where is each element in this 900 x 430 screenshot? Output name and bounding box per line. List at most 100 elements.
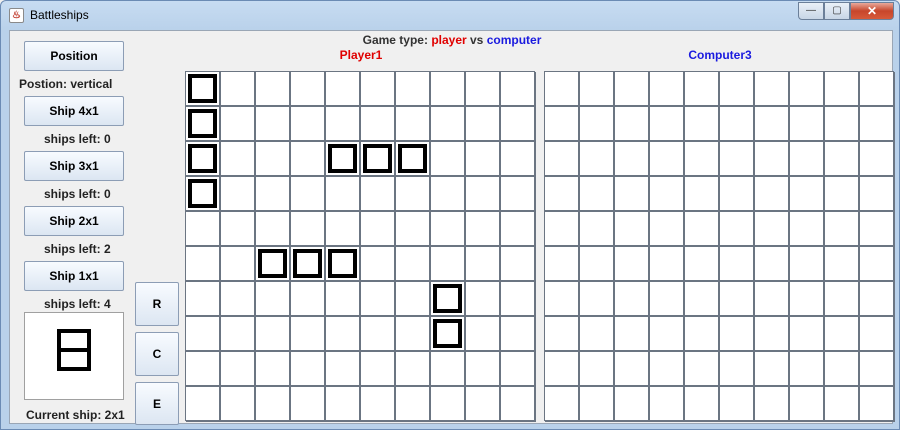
- player-board-cell[interactable]: [291, 142, 326, 177]
- ship-1x1-button[interactable]: Ship 1x1: [24, 261, 124, 291]
- player-board-ship-cell[interactable]: [186, 177, 221, 212]
- computer-board-cell[interactable]: [650, 212, 685, 247]
- computer-board-cell[interactable]: [720, 107, 755, 142]
- computer-board-cell[interactable]: [545, 387, 580, 422]
- computer-board-cell[interactable]: [860, 247, 895, 282]
- computer-board-cell[interactable]: [720, 282, 755, 317]
- player-board-cell[interactable]: [466, 387, 501, 422]
- player-board-cell[interactable]: [501, 107, 536, 142]
- computer-board-cell[interactable]: [615, 317, 650, 352]
- player-board-cell[interactable]: [431, 387, 466, 422]
- player-board-cell[interactable]: [431, 72, 466, 107]
- player-board-cell[interactable]: [221, 142, 256, 177]
- computer-board-cell[interactable]: [790, 72, 825, 107]
- computer-board-cell[interactable]: [790, 212, 825, 247]
- computer-board-cell[interactable]: [650, 177, 685, 212]
- player-board-cell[interactable]: [221, 317, 256, 352]
- player-board-ship-cell[interactable]: [431, 317, 466, 352]
- player-board-cell[interactable]: [256, 177, 291, 212]
- computer-board-cell[interactable]: [755, 247, 790, 282]
- computer-board-cell[interactable]: [580, 282, 615, 317]
- player-board-cell[interactable]: [326, 72, 361, 107]
- player-board-cell[interactable]: [186, 212, 221, 247]
- player-board-cell[interactable]: [431, 142, 466, 177]
- computer-board-cell[interactable]: [615, 107, 650, 142]
- computer-board-cell[interactable]: [790, 142, 825, 177]
- player-board-cell[interactable]: [361, 247, 396, 282]
- player-board-cell[interactable]: [256, 387, 291, 422]
- computer-board-cell[interactable]: [685, 282, 720, 317]
- player-board-cell[interactable]: [291, 317, 326, 352]
- player-board-cell[interactable]: [396, 107, 431, 142]
- computer-board-cell[interactable]: [615, 352, 650, 387]
- player-board-cell[interactable]: [326, 212, 361, 247]
- player-board-cell[interactable]: [361, 352, 396, 387]
- player-board-cell[interactable]: [361, 317, 396, 352]
- player-board-cell[interactable]: [221, 72, 256, 107]
- computer-board-cell[interactable]: [685, 247, 720, 282]
- computer-board-cell[interactable]: [685, 72, 720, 107]
- computer-board-cell[interactable]: [685, 352, 720, 387]
- computer-board-cell[interactable]: [720, 247, 755, 282]
- computer-board-cell[interactable]: [720, 72, 755, 107]
- player-board-cell[interactable]: [396, 247, 431, 282]
- player-board-cell[interactable]: [466, 212, 501, 247]
- player-board-cell[interactable]: [221, 387, 256, 422]
- player-board-cell[interactable]: [466, 317, 501, 352]
- player-board-ship-cell[interactable]: [326, 247, 361, 282]
- computer-board-cell[interactable]: [790, 352, 825, 387]
- computer-board-cell[interactable]: [650, 107, 685, 142]
- player-board-cell[interactable]: [466, 177, 501, 212]
- computer-board-cell[interactable]: [755, 317, 790, 352]
- computer-board-cell[interactable]: [545, 107, 580, 142]
- computer-board-cell[interactable]: [825, 142, 860, 177]
- player-board-cell[interactable]: [256, 317, 291, 352]
- player-board-cell[interactable]: [291, 72, 326, 107]
- player-board-cell[interactable]: [431, 177, 466, 212]
- player-board-cell[interactable]: [256, 212, 291, 247]
- computer-board-cell[interactable]: [615, 177, 650, 212]
- player-board-cell[interactable]: [501, 247, 536, 282]
- ship-3x1-button[interactable]: Ship 3x1: [24, 151, 124, 181]
- player-board-cell[interactable]: [466, 142, 501, 177]
- computer-board-cell[interactable]: [860, 177, 895, 212]
- computer-board-cell[interactable]: [755, 142, 790, 177]
- computer-board-cell[interactable]: [720, 212, 755, 247]
- player-board-cell[interactable]: [396, 352, 431, 387]
- computer-board-cell[interactable]: [755, 107, 790, 142]
- computer-board-cell[interactable]: [545, 317, 580, 352]
- minimize-button[interactable]: —: [798, 2, 824, 20]
- player-board-cell[interactable]: [361, 177, 396, 212]
- player-board-cell[interactable]: [431, 247, 466, 282]
- player-board-cell[interactable]: [256, 352, 291, 387]
- player-board-cell[interactable]: [431, 107, 466, 142]
- player-board-ship-cell[interactable]: [326, 142, 361, 177]
- player-board-cell[interactable]: [291, 177, 326, 212]
- computer-board-cell[interactable]: [825, 212, 860, 247]
- computer-board-cell[interactable]: [825, 282, 860, 317]
- computer-board-cell[interactable]: [685, 212, 720, 247]
- player-board-cell[interactable]: [361, 72, 396, 107]
- player-board-cell[interactable]: [326, 107, 361, 142]
- computer-board-cell[interactable]: [650, 142, 685, 177]
- player-board-cell[interactable]: [186, 317, 221, 352]
- computer-board-cell[interactable]: [580, 317, 615, 352]
- computer-board-cell[interactable]: [860, 387, 895, 422]
- player-board-cell[interactable]: [396, 72, 431, 107]
- player-board-cell[interactable]: [396, 387, 431, 422]
- computer-board-cell[interactable]: [615, 142, 650, 177]
- c-button[interactable]: C: [135, 332, 179, 376]
- computer-board-cell[interactable]: [545, 212, 580, 247]
- computer-board-cell[interactable]: [860, 352, 895, 387]
- computer-board-cell[interactable]: [790, 107, 825, 142]
- computer-board-cell[interactable]: [790, 387, 825, 422]
- player-board-cell[interactable]: [501, 387, 536, 422]
- player-board-ship-cell[interactable]: [186, 72, 221, 107]
- computer-board-cell[interactable]: [720, 177, 755, 212]
- computer-board-cell[interactable]: [685, 387, 720, 422]
- computer-board-cell[interactable]: [720, 352, 755, 387]
- player-board-ship-cell[interactable]: [186, 107, 221, 142]
- r-button[interactable]: R: [135, 282, 179, 326]
- close-button[interactable]: ✕: [850, 2, 894, 20]
- player-board-cell[interactable]: [396, 282, 431, 317]
